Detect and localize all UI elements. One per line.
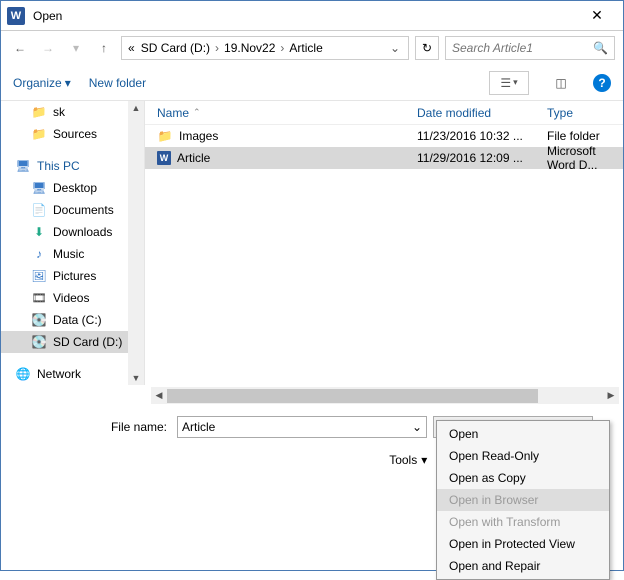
tree-item-sources[interactable]: 📁Sources xyxy=(1,123,144,145)
network-icon: 🌐 xyxy=(15,366,31,382)
organize-button[interactable]: Organize ▾ xyxy=(13,76,71,90)
nav-forward-icon: → xyxy=(37,37,59,59)
new-folder-button[interactable]: New folder xyxy=(89,76,146,90)
column-date[interactable]: Date modified xyxy=(405,106,535,120)
menu-open-with-transform: Open with Transform xyxy=(437,511,609,533)
filename-input[interactable]: Article⌄ xyxy=(177,416,427,438)
menu-open-and-repair[interactable]: Open and Repair xyxy=(437,555,609,577)
menu-open-as-copy[interactable]: Open as Copy xyxy=(437,467,609,489)
folder-icon: 📁 xyxy=(157,128,173,144)
address-dropdown-icon[interactable]: ⌄ xyxy=(386,41,404,55)
word-doc-icon: W xyxy=(157,151,171,165)
drive-icon: 💽 xyxy=(31,334,47,350)
search-input[interactable]: 🔍 xyxy=(445,36,615,60)
search-icon[interactable]: 🔍 xyxy=(593,41,608,55)
file-row[interactable]: WArticle 11/29/2016 12:09 ... Microsoft … xyxy=(145,147,623,169)
scroll-right-icon[interactable]: ▶ xyxy=(603,390,619,401)
column-name[interactable]: Name⌃ xyxy=(145,106,405,120)
horizontal-scrollbar[interactable]: ◀ ▶ xyxy=(151,387,619,404)
tree-scrollbar[interactable]: ▲▼ xyxy=(128,101,144,385)
videos-icon: 🎞 xyxy=(31,290,47,306)
folder-icon: 📁 xyxy=(31,104,47,120)
open-dropdown-menu: Open Open Read-Only Open as Copy Open in… xyxy=(436,420,610,580)
word-app-icon: W xyxy=(7,7,25,25)
chevron-right-icon[interactable]: › xyxy=(279,41,285,55)
scroll-up-icon[interactable]: ▲ xyxy=(132,103,141,113)
music-icon: ♪ xyxy=(31,246,47,262)
folder-icon: 📁 xyxy=(31,126,47,142)
menu-open-in-browser[interactable]: Open in Browser xyxy=(437,489,609,511)
tree-item-thispc[interactable]: 🖥This PC xyxy=(1,155,144,177)
dialog-title: Open xyxy=(33,9,577,23)
menu-open-readonly[interactable]: Open Read-Only xyxy=(437,445,609,467)
nav-up-icon[interactable]: ↑ xyxy=(93,37,115,59)
pictures-icon: 🖼 xyxy=(31,268,47,284)
desktop-icon: 🖥 xyxy=(31,180,47,196)
tree-item-videos[interactable]: 🎞Videos xyxy=(1,287,144,309)
tree-item-downloads[interactable]: ⬇Downloads xyxy=(1,221,144,243)
breadcrumb-1[interactable]: SD Card (D:) xyxy=(139,41,212,55)
downloads-icon: ⬇ xyxy=(31,224,47,240)
tree-item-sdcard[interactable]: 💽SD Card (D:) xyxy=(1,331,144,353)
sort-indicator-icon: ⌃ xyxy=(193,107,201,118)
refresh-icon[interactable]: ↻ xyxy=(415,36,439,60)
menu-open-protected-view[interactable]: Open in Protected View xyxy=(437,533,609,555)
view-mode-button[interactable]: ☰ ▾ xyxy=(489,71,529,95)
help-icon[interactable]: ? xyxy=(593,74,611,92)
scroll-left-icon[interactable]: ◀ xyxy=(151,390,167,401)
close-icon[interactable]: ✕ xyxy=(577,7,617,24)
drive-icon: 💽 xyxy=(31,312,47,328)
search-field[interactable] xyxy=(452,41,593,55)
column-type[interactable]: Type xyxy=(535,106,623,120)
pc-icon: 🖥 xyxy=(15,158,31,174)
nav-back-icon[interactable]: ← xyxy=(9,37,31,59)
address-bar[interactable]: « SD Card (D:) › 19.Nov22 › Article ⌄ xyxy=(121,36,409,60)
tree-item-sk[interactable]: 📁sk xyxy=(1,101,144,123)
scroll-thumb[interactable] xyxy=(167,389,538,403)
tree-item-network[interactable]: 🌐Network xyxy=(1,363,144,385)
chevron-down-icon[interactable]: ⌄ xyxy=(412,420,422,434)
nav-tree: 📁sk 📁Sources 🖥This PC 🖥Desktop 📄Document… xyxy=(1,101,145,385)
tree-item-desktop[interactable]: 🖥Desktop xyxy=(1,177,144,199)
scroll-down-icon[interactable]: ▼ xyxy=(132,373,141,383)
filename-label: File name: xyxy=(15,420,171,434)
tools-button[interactable]: Tools ▾ xyxy=(389,453,427,467)
chevron-right-icon[interactable]: › xyxy=(214,41,220,55)
tree-item-datac[interactable]: 💽Data (C:) xyxy=(1,309,144,331)
chevron-down-icon: ▾ xyxy=(421,453,427,467)
preview-pane-button[interactable]: ◫ xyxy=(547,71,575,95)
breadcrumb-2[interactable]: 19.Nov22 xyxy=(222,41,277,55)
tree-item-music[interactable]: ♪Music xyxy=(1,243,144,265)
documents-icon: 📄 xyxy=(31,202,47,218)
breadcrumb-3[interactable]: Article xyxy=(287,41,324,55)
chevron-down-icon: ▾ xyxy=(65,76,71,90)
breadcrumb-prefix[interactable]: « xyxy=(126,41,137,55)
tree-item-pictures[interactable]: 🖼Pictures xyxy=(1,265,144,287)
tree-item-documents[interactable]: 📄Documents xyxy=(1,199,144,221)
nav-recent-icon[interactable]: ▾ xyxy=(65,37,87,59)
menu-open[interactable]: Open xyxy=(437,423,609,445)
